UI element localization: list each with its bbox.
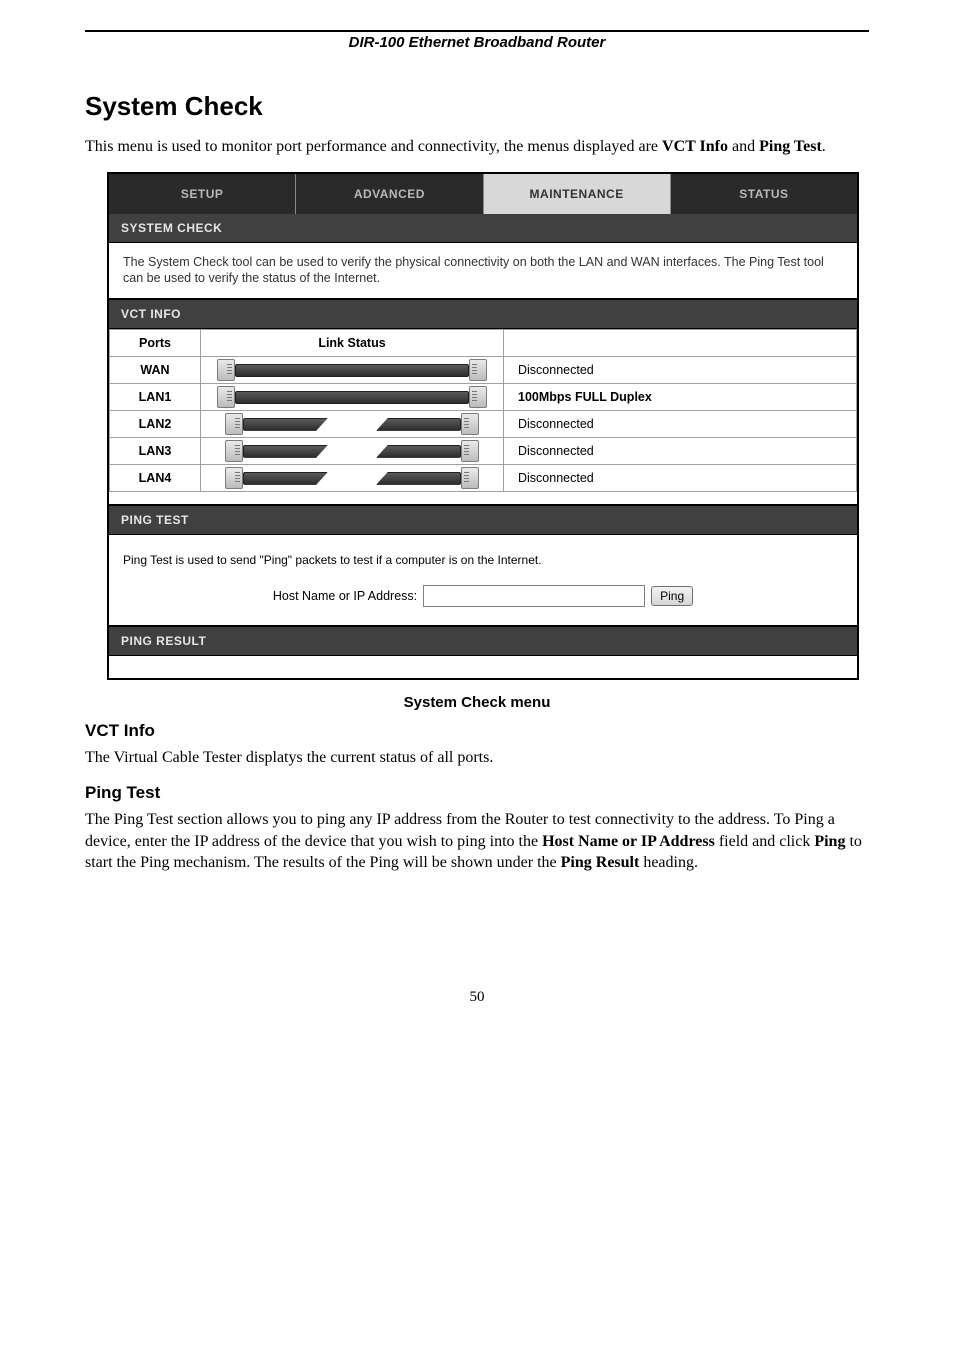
pt-text: field and click: [715, 833, 815, 850]
port-label: LAN4: [110, 465, 201, 492]
section-bar-ping-test: PING TEST: [109, 504, 857, 535]
intro-text-end: .: [822, 138, 826, 155]
port-label: LAN1: [110, 384, 201, 411]
rj45-plug-icon: [461, 440, 479, 462]
rj45-plug-icon: [225, 467, 243, 489]
section-bar-vct-info: VCT INFO: [109, 298, 857, 329]
table-header-row: Ports Link Status: [110, 330, 857, 357]
intro-ping-bold: Ping Test: [759, 138, 822, 155]
cable-graphic-cell: [201, 357, 504, 384]
cable-broken-icon: [225, 440, 479, 462]
ping-test-body: The Ping Test section allows you to ping…: [85, 809, 869, 874]
table-row: LAN2 Disconnected: [110, 411, 857, 438]
table-row: LAN3 Disconnected: [110, 438, 857, 465]
cable-wire-broken-icon: [243, 472, 328, 485]
top-tabs: SETUP ADVANCED MAINTENANCE STATUS: [109, 174, 857, 214]
cable-wire-broken-icon: [243, 445, 328, 458]
cable-wire-broken-icon: [376, 418, 461, 431]
pt-bold-ping: Ping: [814, 833, 845, 850]
rj45-plug-icon: [225, 440, 243, 462]
port-label: LAN2: [110, 411, 201, 438]
pt-bold-result: Ping Result: [561, 854, 640, 871]
status-value: Disconnected: [504, 465, 857, 492]
cable-icon: [217, 359, 487, 381]
rj45-plug-icon: [217, 386, 235, 408]
system-check-description: The System Check tool can be used to ver…: [109, 243, 857, 299]
cable-broken-icon: [225, 413, 479, 435]
rj45-plug-icon: [461, 467, 479, 489]
vct-table: Ports Link Status WAN Disconnected: [109, 329, 857, 492]
cable-wire-broken-icon: [376, 445, 461, 458]
cable-wire-broken-icon: [376, 472, 461, 485]
col-link-status: Link Status: [201, 330, 504, 357]
port-label: LAN3: [110, 438, 201, 465]
status-value: Disconnected: [504, 357, 857, 384]
host-label: Host Name or IP Address:: [273, 589, 417, 603]
cable-wire-icon: [235, 364, 469, 377]
rj45-plug-icon: [469, 359, 487, 381]
ping-test-description: Ping Test is used to send "Ping" packets…: [123, 553, 843, 567]
status-value: 100Mbps FULL Duplex: [504, 384, 857, 411]
ping-test-heading: Ping Test: [85, 783, 869, 803]
intro-vct-bold: VCT Info: [662, 138, 728, 155]
cable-broken-icon: [225, 467, 479, 489]
ping-button[interactable]: Ping: [651, 586, 693, 606]
pt-text: heading.: [639, 854, 698, 871]
intro-text-mid: and: [728, 138, 759, 155]
section-bar-system-check: SYSTEM CHECK: [109, 214, 857, 243]
vct-info-body: The Virtual Cable Tester displatys the c…: [85, 747, 869, 769]
table-row: LAN4 Disconnected: [110, 465, 857, 492]
status-value: Disconnected: [504, 411, 857, 438]
ping-result-area: [109, 656, 857, 678]
port-label: WAN: [110, 357, 201, 384]
cable-graphic-cell: [201, 438, 504, 465]
tab-maintenance[interactable]: MAINTENANCE: [484, 174, 671, 214]
system-check-screenshot: SETUP ADVANCED MAINTENANCE STATUS SYSTEM…: [107, 172, 859, 681]
status-value: Disconnected: [504, 438, 857, 465]
col-ports: Ports: [110, 330, 201, 357]
table-row: WAN Disconnected: [110, 357, 857, 384]
vct-info-heading: VCT Info: [85, 721, 869, 741]
rj45-plug-icon: [469, 386, 487, 408]
page-title: System Check: [85, 91, 869, 122]
rj45-plug-icon: [225, 413, 243, 435]
intro-text: This menu is used to monitor port perfor…: [85, 138, 662, 155]
cable-graphic-cell: [201, 384, 504, 411]
figure-caption: System Check menu: [85, 694, 869, 711]
tab-advanced[interactable]: ADVANCED: [296, 174, 483, 214]
page-number: 50: [85, 989, 869, 1006]
host-ip-input[interactable]: [423, 585, 645, 607]
tab-setup[interactable]: SETUP: [109, 174, 296, 214]
intro-paragraph: This menu is used to monitor port perfor…: [85, 136, 869, 158]
col-status-empty: [504, 330, 857, 357]
cable-graphic-cell: [201, 465, 504, 492]
cable-wire-broken-icon: [243, 418, 328, 431]
cable-graphic-cell: [201, 411, 504, 438]
cable-wire-icon: [235, 391, 469, 404]
doc-header-title: DIR-100 Ethernet Broadband Router: [85, 34, 869, 51]
pt-bold-host: Host Name or IP Address: [542, 833, 715, 850]
rj45-plug-icon: [217, 359, 235, 381]
section-bar-ping-result: PING RESULT: [109, 625, 857, 656]
cable-icon: [217, 386, 487, 408]
table-row: LAN1 100Mbps FULL Duplex: [110, 384, 857, 411]
rj45-plug-icon: [461, 413, 479, 435]
tab-status[interactable]: STATUS: [671, 174, 857, 214]
